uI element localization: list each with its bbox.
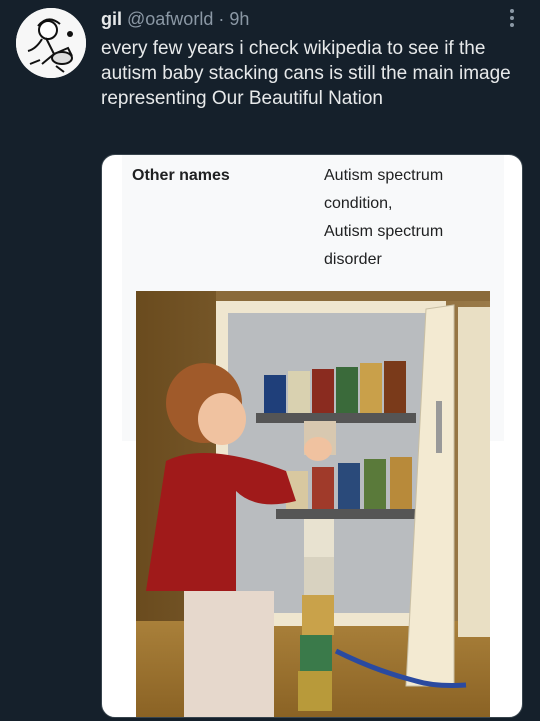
infobox-value-line: condition, <box>324 195 393 212</box>
child-stacking-cans-image <box>136 291 490 717</box>
tweet-image-card[interactable]: Other names Autism spectrum condition, A… <box>101 154 523 718</box>
more-vertical-icon <box>510 9 514 27</box>
avatar-cartoon-icon <box>16 8 86 78</box>
infobox-value-line: disorder <box>324 251 382 268</box>
infobox-photo <box>136 291 490 717</box>
tweet-header: gil @oafworld · 9h <box>101 8 526 30</box>
tweet-text: every few years i check wikipedia to see… <box>101 38 511 109</box>
infobox-value-line: Autism spectrum <box>324 167 444 184</box>
infobox-label: Other names <box>132 167 230 184</box>
timestamp[interactable]: 9h <box>229 9 249 29</box>
infobox-row: Other names Autism spectrum condition, A… <box>122 155 504 281</box>
display-name[interactable]: gil <box>101 9 122 29</box>
separator: · <box>218 9 225 29</box>
avatar[interactable] <box>16 8 86 78</box>
infobox-value: Autism spectrum condition, Autism spectr… <box>324 162 494 274</box>
infobox-value-line: Autism spectrum <box>324 223 444 240</box>
user-handle[interactable]: @oafworld <box>127 9 213 29</box>
more-options-button[interactable] <box>502 6 522 30</box>
